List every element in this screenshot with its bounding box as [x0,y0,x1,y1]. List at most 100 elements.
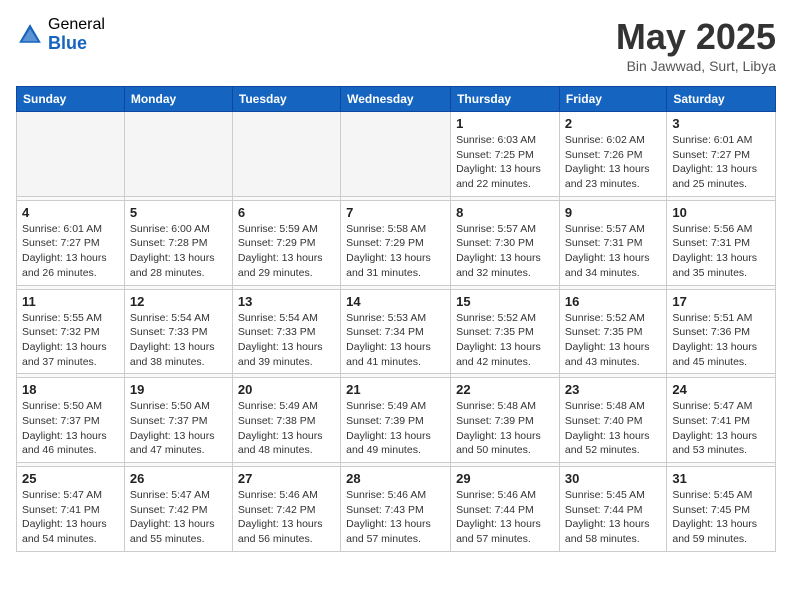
calendar-cell [17,112,125,197]
calendar-table: SundayMondayTuesdayWednesdayThursdayFrid… [16,86,776,552]
day-number: 4 [22,205,119,220]
calendar-week-row: 4 Sunrise: 6:01 AM Sunset: 7:27 PM Daylig… [17,200,776,285]
calendar-cell: 7 Sunrise: 5:58 AM Sunset: 7:29 PM Daylig… [341,200,451,285]
calendar-cell: 28Sunrise: 5:46 AM Sunset: 7:43 PM Dayli… [341,467,451,552]
day-number: 21 [346,382,445,397]
day-number: 19 [130,382,227,397]
day-info: Sunrise: 5:47 AM Sunset: 7:41 PM Dayligh… [672,399,770,458]
day-number: 6 [238,205,335,220]
day-info: Sunrise: 5:45 AM Sunset: 7:44 PM Dayligh… [565,488,661,547]
day-number: 31 [672,471,770,486]
day-number: 9 [565,205,661,220]
day-info: Sunrise: 5:51 AM Sunset: 7:36 PM Dayligh… [672,311,770,370]
calendar-cell: 8Sunrise: 5:57 AM Sunset: 7:30 PM Daylig… [451,200,560,285]
calendar-cell: 21 Sunrise: 5:49 AM Sunset: 7:39 PM Dayli… [341,378,451,463]
calendar-cell: 19 Sunrise: 5:50 AM Sunset: 7:37 PM Dayli… [124,378,232,463]
day-info: Sunrise: 6:01 AM Sunset: 7:27 PM Dayligh… [672,133,770,192]
column-header-sunday: Sunday [17,87,125,112]
day-info: Sunrise: 5:48 AM Sunset: 7:39 PM Dayligh… [456,399,554,458]
day-info: Sunrise: 5:58 AM Sunset: 7:29 PM Dayligh… [346,222,445,281]
day-number: 14 [346,294,445,309]
calendar-cell: 11 Sunrise: 5:55 AM Sunset: 7:32 PM Dayli… [17,289,125,374]
calendar-week-row: 18Sunrise: 5:50 AM Sunset: 7:37 PM Dayli… [17,378,776,463]
day-info: Sunrise: 5:48 AM Sunset: 7:40 PM Dayligh… [565,399,661,458]
day-info: Sunrise: 5:59 AM Sunset: 7:29 PM Dayligh… [238,222,335,281]
calendar-cell: 9 Sunrise: 5:57 AM Sunset: 7:31 PM Daylig… [559,200,666,285]
calendar-cell: 4 Sunrise: 6:01 AM Sunset: 7:27 PM Daylig… [17,200,125,285]
calendar-cell: 30 Sunrise: 5:45 AM Sunset: 7:44 PM Dayli… [559,467,666,552]
day-number: 26 [130,471,227,486]
day-info: Sunrise: 5:54 AM Sunset: 7:33 PM Dayligh… [130,311,227,370]
calendar-cell: 13Sunrise: 5:54 AM Sunset: 7:33 PM Dayli… [232,289,340,374]
calendar-week-row: 25 Sunrise: 5:47 AM Sunset: 7:41 PM Dayli… [17,467,776,552]
calendar-cell: 2 Sunrise: 6:02 AM Sunset: 7:26 PM Daylig… [559,112,666,197]
column-header-tuesday: Tuesday [232,87,340,112]
day-number: 15 [456,294,554,309]
column-header-thursday: Thursday [451,87,560,112]
calendar-cell: 31 Sunrise: 5:45 AM Sunset: 7:45 PM Dayli… [667,467,776,552]
day-number: 12 [130,294,227,309]
calendar-cell: 24 Sunrise: 5:47 AM Sunset: 7:41 PM Dayli… [667,378,776,463]
logo-general: General [48,16,105,34]
calendar-cell [232,112,340,197]
column-header-friday: Friday [559,87,666,112]
calendar-cell: 3 Sunrise: 6:01 AM Sunset: 7:27 PM Daylig… [667,112,776,197]
day-info: Sunrise: 6:01 AM Sunset: 7:27 PM Dayligh… [22,222,119,281]
calendar-cell: 18Sunrise: 5:50 AM Sunset: 7:37 PM Dayli… [17,378,125,463]
calendar-cell: 29 Sunrise: 5:46 AM Sunset: 7:44 PM Dayli… [451,467,560,552]
day-number: 16 [565,294,661,309]
calendar-week-row: 1Sunrise: 6:03 AM Sunset: 7:25 PM Daylig… [17,112,776,197]
calendar-cell: 16 Sunrise: 5:52 AM Sunset: 7:35 PM Dayli… [559,289,666,374]
day-number: 7 [346,205,445,220]
calendar-cell: 26Sunrise: 5:47 AM Sunset: 7:42 PM Dayli… [124,467,232,552]
calendar-cell: 22 Sunrise: 5:48 AM Sunset: 7:39 PM Dayli… [451,378,560,463]
calendar-cell: 17 Sunrise: 5:51 AM Sunset: 7:36 PM Dayli… [667,289,776,374]
day-info: Sunrise: 6:03 AM Sunset: 7:25 PM Dayligh… [456,133,554,192]
day-info: Sunrise: 5:46 AM Sunset: 7:42 PM Dayligh… [238,488,335,547]
calendar-cell: 25 Sunrise: 5:47 AM Sunset: 7:41 PM Dayli… [17,467,125,552]
day-info: Sunrise: 5:49 AM Sunset: 7:39 PM Dayligh… [346,399,445,458]
day-info: Sunrise: 5:56 AM Sunset: 7:31 PM Dayligh… [672,222,770,281]
calendar-cell: 15 Sunrise: 5:52 AM Sunset: 7:35 PM Dayli… [451,289,560,374]
day-info: Sunrise: 5:50 AM Sunset: 7:37 PM Dayligh… [130,399,227,458]
day-number: 25 [22,471,119,486]
day-info: Sunrise: 5:53 AM Sunset: 7:34 PM Dayligh… [346,311,445,370]
calendar-week-row: 11 Sunrise: 5:55 AM Sunset: 7:32 PM Dayli… [17,289,776,374]
title-area: May 2025 Bin Jawwad, Surt, Libya [616,16,776,74]
day-info: Sunrise: 5:45 AM Sunset: 7:45 PM Dayligh… [672,488,770,547]
logo-icon [16,21,44,49]
page-header: General Blue May 2025 Bin Jawwad, Surt, … [16,16,776,74]
day-number: 30 [565,471,661,486]
day-number: 13 [238,294,335,309]
day-info: Sunrise: 5:52 AM Sunset: 7:35 PM Dayligh… [565,311,661,370]
day-info: Sunrise: 5:47 AM Sunset: 7:41 PM Dayligh… [22,488,119,547]
day-info: Sunrise: 5:57 AM Sunset: 7:30 PM Dayligh… [456,222,554,281]
calendar-cell: 1Sunrise: 6:03 AM Sunset: 7:25 PM Daylig… [451,112,560,197]
day-info: Sunrise: 5:49 AM Sunset: 7:38 PM Dayligh… [238,399,335,458]
day-info: Sunrise: 5:46 AM Sunset: 7:44 PM Dayligh… [456,488,554,547]
day-number: 17 [672,294,770,309]
day-number: 23 [565,382,661,397]
day-number: 3 [672,116,770,131]
day-number: 24 [672,382,770,397]
day-number: 22 [456,382,554,397]
location: Bin Jawwad, Surt, Libya [616,58,776,74]
month-title: May 2025 [616,16,776,58]
day-number: 29 [456,471,554,486]
day-info: Sunrise: 5:52 AM Sunset: 7:35 PM Dayligh… [456,311,554,370]
day-number: 5 [130,205,227,220]
day-info: Sunrise: 5:50 AM Sunset: 7:37 PM Dayligh… [22,399,119,458]
day-number: 20 [238,382,335,397]
day-number: 11 [22,294,119,309]
day-info: Sunrise: 5:55 AM Sunset: 7:32 PM Dayligh… [22,311,119,370]
column-header-wednesday: Wednesday [341,87,451,112]
day-number: 10 [672,205,770,220]
day-info: Sunrise: 5:57 AM Sunset: 7:31 PM Dayligh… [565,222,661,281]
calendar-cell: 27Sunrise: 5:46 AM Sunset: 7:42 PM Dayli… [232,467,340,552]
calendar-cell: 23 Sunrise: 5:48 AM Sunset: 7:40 PM Dayli… [559,378,666,463]
day-number: 2 [565,116,661,131]
column-header-saturday: Saturday [667,87,776,112]
calendar-cell: 14 Sunrise: 5:53 AM Sunset: 7:34 PM Dayli… [341,289,451,374]
day-info: Sunrise: 6:02 AM Sunset: 7:26 PM Dayligh… [565,133,661,192]
column-header-monday: Monday [124,87,232,112]
